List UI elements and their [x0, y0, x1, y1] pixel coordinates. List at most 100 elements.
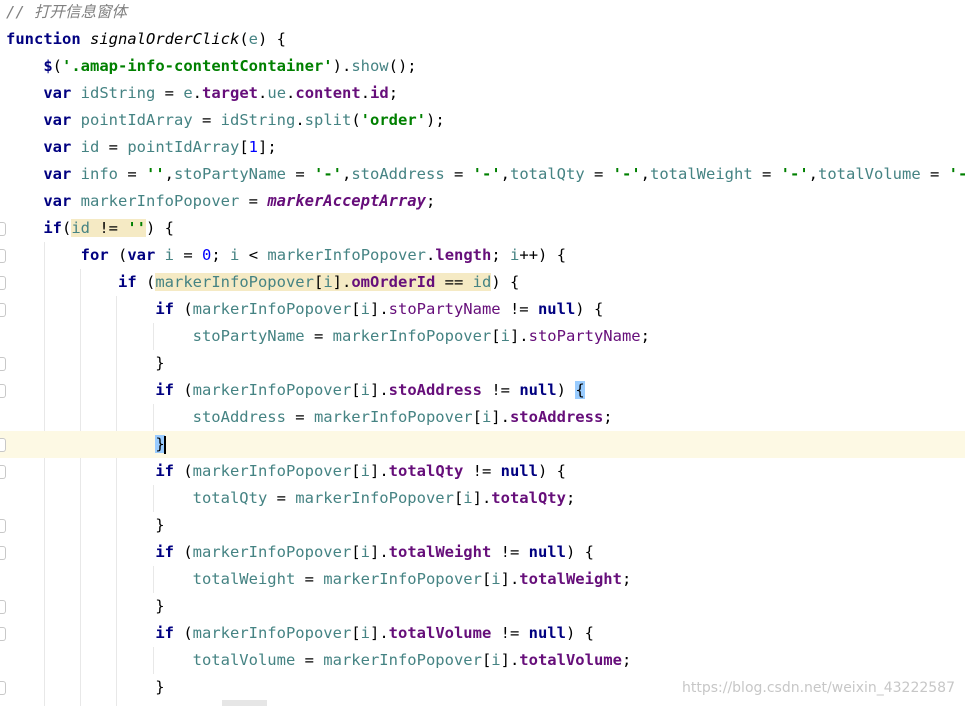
code-token: totalWeight: [519, 570, 622, 588]
code-token: ;: [621, 651, 632, 669]
code-token: ,: [500, 165, 511, 183]
code-token: markerInfoPopover: [313, 408, 473, 426]
code-token: null: [519, 381, 557, 399]
code-token: ).: [332, 57, 352, 75]
code-token: totalVolume: [818, 165, 921, 183]
code-token: null: [528, 624, 566, 642]
code-token: i: [500, 327, 510, 345]
code-token: .: [426, 246, 436, 264]
code-token: markerInfoPopover: [323, 570, 482, 588]
code-text: }: [6, 350, 165, 377]
code-token: =: [267, 489, 296, 507]
watermark-text: https://blog.csdn.net/weixin_43222587: [681, 680, 955, 696]
code-line[interactable]: if (markerInfoPopover[i].totalQty != nul…: [0, 458, 965, 485]
horizontal-scrollbar-thumb[interactable]: [222, 700, 267, 706]
code-token: ;: [211, 246, 231, 264]
code-token: }: [6, 678, 165, 696]
code-token: null: [537, 300, 576, 318]
code-line[interactable]: if(id != '') {: [0, 215, 965, 242]
code-token: totalQty: [388, 462, 464, 480]
code-line[interactable]: }: [0, 593, 965, 620]
code-text: }: [6, 674, 165, 701]
code-token: '-': [314, 165, 342, 183]
code-token: function: [6, 30, 81, 48]
code-token: ].: [500, 570, 520, 588]
code-text: var pointIdArray = idString.split('order…: [6, 107, 445, 134]
code-token: }: [6, 354, 165, 372]
code-token: '': [127, 219, 147, 237]
code-token: =: [752, 165, 781, 183]
code-token: ,: [342, 165, 352, 183]
code-token: );: [426, 111, 445, 129]
code-token: =: [286, 165, 314, 183]
code-line[interactable]: $('.amap-info-contentContainer').show();: [0, 53, 965, 80]
code-token: i: [510, 246, 520, 264]
code-line[interactable]: if (markerInfoPopover[i].omOrderId == id…: [0, 269, 965, 296]
code-token: $: [43, 57, 53, 75]
code-line[interactable]: var id = pointIdArray[1];: [0, 134, 965, 161]
code-token: if: [155, 624, 174, 642]
code-token: id: [80, 138, 100, 156]
code-line[interactable]: var idString = e.target.ue.content.id;: [0, 80, 965, 107]
code-text: if (markerInfoPopover[i].omOrderId == id…: [6, 269, 519, 296]
code-token: }: [6, 516, 165, 534]
code-token: i: [360, 300, 370, 318]
code-line[interactable]: for (var i = 0; i < markerInfoPopover.le…: [0, 242, 965, 269]
code-line[interactable]: totalVolume = markerInfoPopover[i].total…: [0, 647, 965, 674]
code-token: .: [192, 84, 203, 102]
code-token: ;: [640, 327, 650, 345]
code-token: ) {: [146, 219, 175, 237]
code-token: (: [62, 219, 72, 237]
code-line[interactable]: if (markerInfoPopover[i].stoPartyName !=…: [0, 296, 965, 323]
code-line[interactable]: if (markerInfoPopover[i].totalWeight != …: [0, 539, 965, 566]
code-token: =: [174, 246, 203, 264]
code-token: omOrderId: [351, 273, 436, 291]
code-editor[interactable]: // 打开信息窗体 function signalOrderClick(e) { …: [0, 0, 965, 706]
code-line[interactable]: if (markerInfoPopover[i].stoAddress != n…: [0, 377, 965, 404]
code-token: ) {: [575, 300, 604, 318]
code-line[interactable]: var markerInfoPopover = markerAcceptArra…: [0, 188, 965, 215]
code-line[interactable]: var info = '',stoPartyName = '-',stoAddr…: [0, 161, 965, 188]
code-token: '-': [472, 165, 501, 183]
code-token: ==: [435, 273, 473, 291]
code-line[interactable]: }: [0, 350, 965, 377]
code-line[interactable]: stoPartyName = markerInfoPopover[i].stoP…: [0, 323, 965, 350]
code-token: =: [584, 165, 613, 183]
code-token: (: [108, 246, 128, 264]
code-token: [: [481, 651, 492, 669]
code-token: ].: [500, 651, 520, 669]
code-line[interactable]: totalQty = markerInfoPopover[i].totalQty…: [0, 485, 965, 512]
code-token: =: [285, 408, 314, 426]
code-token: if: [117, 273, 137, 291]
code-line[interactable]: totalWeight = markerInfoPopover[i].total…: [0, 566, 965, 593]
code-line[interactable]: // 打开信息窗体: [0, 0, 965, 26]
code-token: ) {: [565, 624, 594, 642]
code-line[interactable]: }: [0, 431, 965, 458]
code-line[interactable]: }: [0, 512, 965, 539]
code-token: info: [80, 165, 118, 183]
code-token: if: [155, 543, 174, 561]
code-line[interactable]: if (markerInfoPopover[i].totalVolume != …: [0, 620, 965, 647]
code-token: e: [248, 30, 258, 48]
code-token: i: [230, 246, 240, 264]
code-token: 1: [248, 138, 259, 156]
code-token: split: [304, 111, 352, 129]
code-token: if: [155, 462, 174, 480]
code-token: [: [351, 381, 361, 399]
code-token: =: [295, 651, 324, 669]
code-token: var: [43, 111, 72, 129]
code-token: totalWeight: [192, 570, 296, 588]
code-line[interactable]: stoAddress = markerInfoPopover[i].stoAdd…: [0, 404, 965, 431]
code-line[interactable]: function signalOrderClick(e) {: [0, 26, 965, 53]
code-text: if (markerInfoPopover[i].totalQty != nul…: [6, 458, 566, 485]
code-token: var: [43, 84, 72, 102]
code-token: ++) {: [519, 246, 567, 264]
code-token: totalQty: [192, 489, 268, 507]
code-line[interactable]: var pointIdArray = idString.split('order…: [0, 107, 965, 134]
